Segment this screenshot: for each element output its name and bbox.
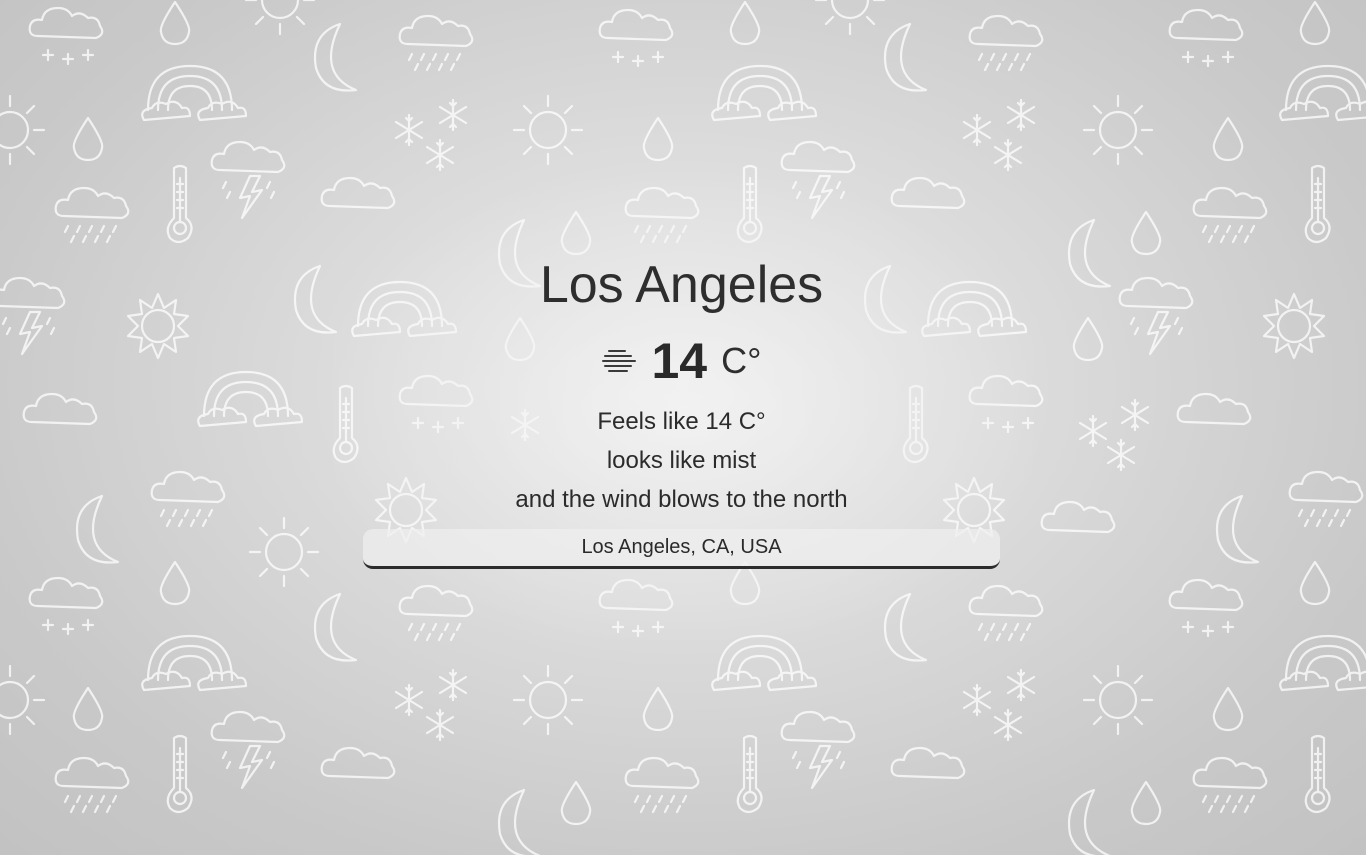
temperature-value: 14 bbox=[651, 333, 708, 389]
temperature-row: 14 C° bbox=[363, 330, 1000, 392]
wind-text: and the wind blows to the north bbox=[515, 486, 848, 513]
location-input[interactable]: Los Angeles, CA, USA bbox=[363, 529, 1000, 569]
condition-text: looks like mist bbox=[606, 447, 757, 474]
feels-like-text: Feels like 14 C° bbox=[597, 408, 766, 435]
mist-icon bbox=[601, 347, 637, 375]
weather-card: Los Angeles 14 C° Feels like 14 C° looks… bbox=[363, 250, 1000, 569]
temperature-unit: C° bbox=[721, 340, 762, 381]
city-name: Los Angeles bbox=[539, 256, 824, 314]
